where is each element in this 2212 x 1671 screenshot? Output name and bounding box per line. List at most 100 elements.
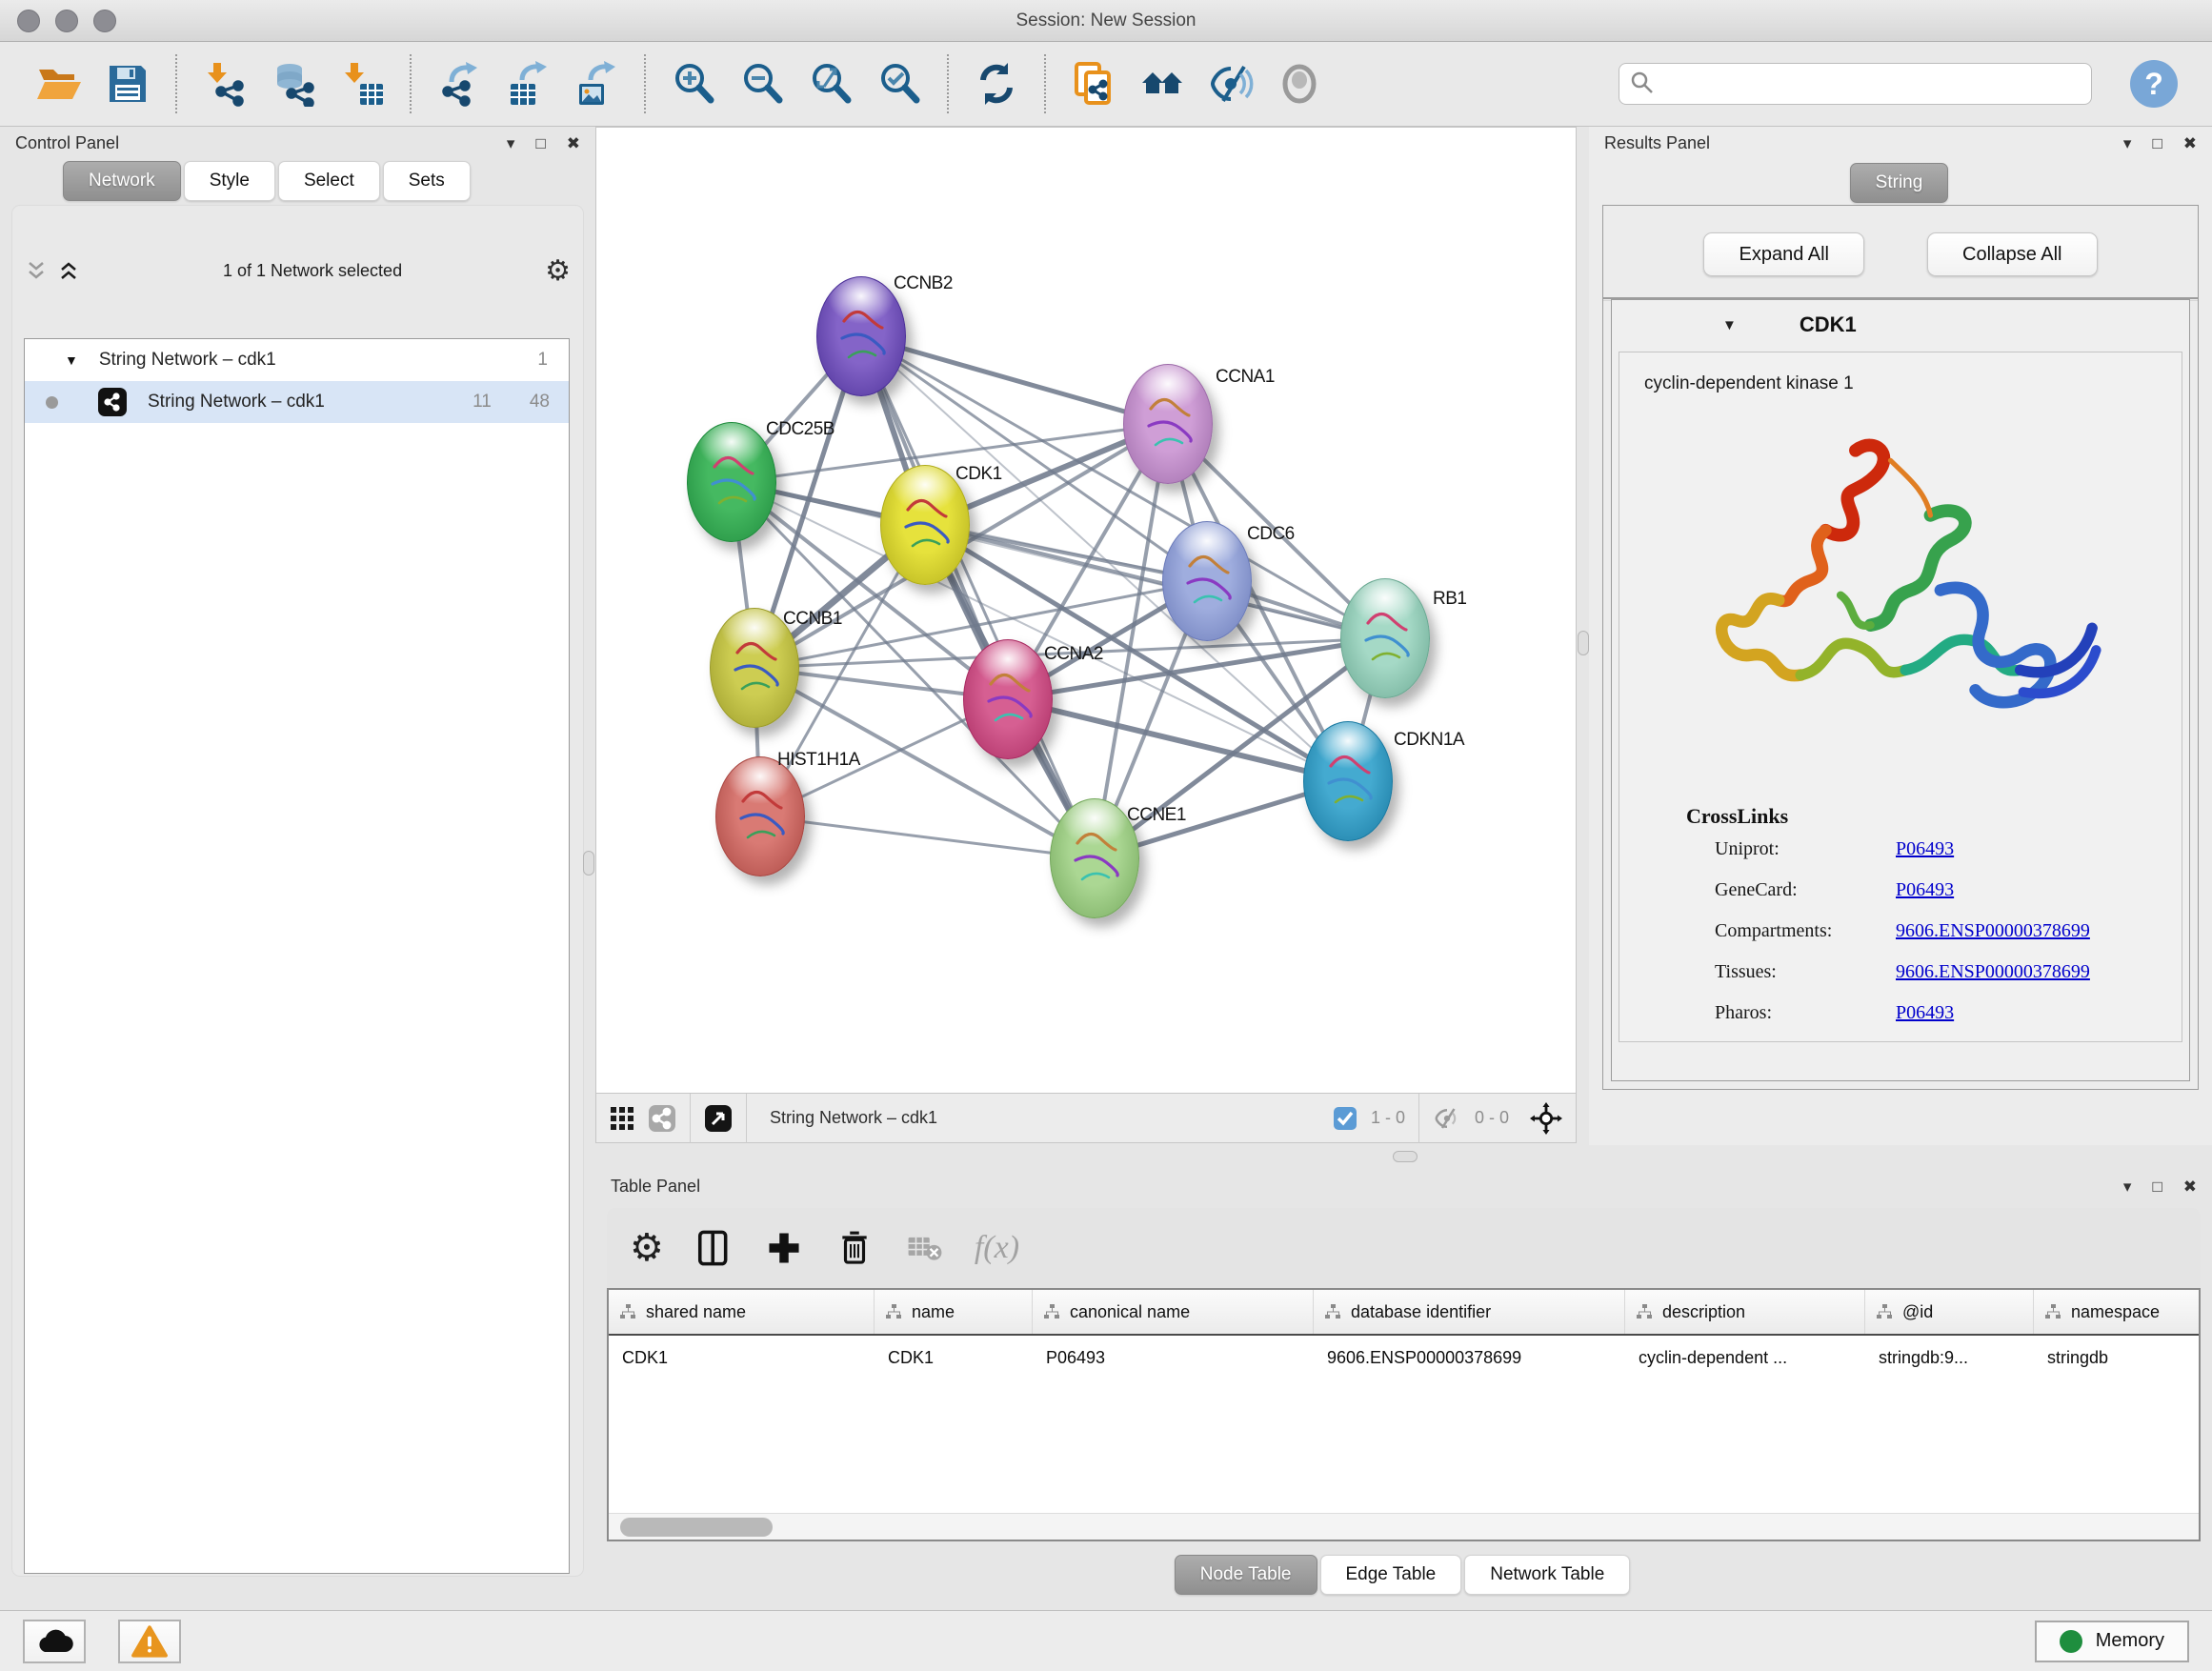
network-node-CCNB2[interactable] [816, 276, 906, 396]
protein-section-header[interactable]: ▼ CDK1 [1612, 300, 2189, 350]
close-panel-icon[interactable]: ✖ [567, 135, 580, 151]
table-settings-gear-icon[interactable]: ⚙ [630, 1229, 664, 1267]
tab-network[interactable]: Network [63, 161, 181, 201]
table-cell[interactable]: 9606.ENSP00000378699 [1314, 1348, 1625, 1368]
network-node-CDKN1A[interactable] [1303, 721, 1393, 841]
refresh-button[interactable] [972, 59, 1021, 109]
network-node-CCNE1[interactable] [1050, 798, 1139, 918]
hide-selected-button[interactable] [1206, 59, 1256, 109]
bottom-splitter-grip[interactable] [1393, 1151, 1418, 1162]
table-cell[interactable]: CDK1 [875, 1348, 1033, 1368]
column-header-name[interactable]: name [875, 1290, 1033, 1334]
delete-table-icon[interactable] [904, 1227, 946, 1269]
section-caret-icon[interactable]: ▼ [1722, 317, 1737, 333]
export-table-button[interactable] [503, 59, 553, 109]
export-image-button[interactable] [572, 59, 621, 109]
network-node-RB1[interactable] [1340, 578, 1430, 698]
table-cell[interactable]: cyclin-dependent ... [1625, 1348, 1865, 1368]
export-network-button[interactable] [434, 59, 484, 109]
column-header-description[interactable]: description [1625, 1290, 1865, 1334]
delete-column-trash-icon[interactable] [834, 1227, 875, 1269]
tab-sets[interactable]: Sets [383, 161, 471, 201]
scrollbar-thumb[interactable] [620, 1518, 773, 1537]
birds-eye-view-icon[interactable] [704, 1104, 733, 1133]
show-all-button[interactable] [1275, 59, 1324, 109]
table-cell[interactable]: stringdb:9... [1865, 1348, 2034, 1368]
search-input[interactable] [1619, 63, 2092, 105]
collapse-panel-icon[interactable]: ▾ [2123, 135, 2132, 151]
add-column-icon[interactable] [763, 1227, 805, 1269]
warnings-button[interactable] [118, 1620, 181, 1663]
float-panel-icon[interactable]: □ [2152, 1178, 2162, 1195]
edge-CCNB2-CCNA1[interactable] [861, 336, 1168, 424]
help-button[interactable]: ? [2130, 60, 2178, 108]
crosslink-link-compartments[interactable]: 9606.ENSP00000378699 [1896, 920, 2090, 942]
network-node-HIST1H1A[interactable] [715, 756, 805, 876]
clone-network-button[interactable] [1069, 59, 1118, 109]
grid-view-icon[interactable] [610, 1106, 634, 1131]
network-node-CCNA1[interactable] [1123, 364, 1213, 484]
table-cell[interactable]: CDK1 [609, 1348, 875, 1368]
column-header-canonical-name[interactable]: canonical name [1033, 1290, 1314, 1334]
zoom-fit-button[interactable] [806, 59, 855, 109]
memory-button[interactable]: Memory [2035, 1621, 2189, 1662]
import-table-button[interactable] [337, 59, 387, 109]
show-columns-icon[interactable] [693, 1227, 734, 1269]
control-panel-header: Control Panel ▾ □ ✖ [0, 127, 595, 159]
gear-icon[interactable]: ⚙ [545, 254, 571, 288]
import-database-button[interactable] [269, 59, 318, 109]
collapse-panel-icon[interactable]: ▾ [2123, 1178, 2132, 1195]
save-session-button[interactable] [103, 59, 152, 109]
tab-style[interactable]: Style [184, 161, 275, 201]
close-panel-icon[interactable]: ✖ [2183, 1178, 2197, 1195]
edge-HIST1H1A-CCNE1[interactable] [760, 816, 1095, 858]
selected-checkbox-icon[interactable] [1333, 1106, 1357, 1131]
table-cell[interactable]: stringdb [2034, 1348, 2201, 1368]
crosslink-link-genecard[interactable]: P06493 [1896, 879, 1954, 901]
column-header-id[interactable]: @id [1865, 1290, 2034, 1334]
network-node-CDC6[interactable] [1162, 521, 1252, 641]
tab-edge-table[interactable]: Edge Table [1320, 1555, 1462, 1595]
tab-network-table[interactable]: Network Table [1464, 1555, 1630, 1595]
crosslink-link-pharos[interactable]: P06493 [1896, 1002, 1954, 1024]
table-toolbar: ⚙ f(x) [607, 1208, 2201, 1288]
zoom-out-button[interactable] [737, 59, 787, 109]
import-network-button[interactable] [200, 59, 250, 109]
edge-CCNB2-CCNE1[interactable] [861, 336, 1095, 858]
tab-string[interactable]: String [1850, 163, 1949, 203]
fit-selected-crosshair-icon[interactable] [1530, 1102, 1562, 1135]
zoom-selected-button[interactable] [875, 59, 924, 109]
open-session-button[interactable] [34, 59, 84, 109]
left-splitter-grip[interactable] [583, 851, 594, 876]
crosslink-link-uniprot[interactable]: P06493 [1896, 838, 1954, 860]
hidden-eye-icon[interactable] [1433, 1104, 1461, 1133]
network-node-CCNA2[interactable] [963, 639, 1053, 759]
close-panel-icon[interactable]: ✖ [2183, 135, 2197, 151]
network-collection-row[interactable]: ▼ String Network – cdk1 1 [25, 339, 569, 381]
table-row[interactable]: CDK1CDK1P064939606.ENSP00000378699cyclin… [609, 1336, 2201, 1379]
cloud-status-button[interactable] [23, 1620, 86, 1663]
collapse-panel-icon[interactable]: ▾ [507, 135, 515, 151]
collapse-all-button[interactable]: Collapse All [1927, 232, 2098, 276]
tree-caret-icon[interactable]: ▼ [65, 352, 78, 368]
column-header-shared-name[interactable]: shared name [609, 1290, 875, 1334]
right-splitter-grip[interactable] [1578, 631, 1589, 655]
network-view-icon[interactable] [648, 1104, 676, 1133]
tab-select[interactable]: Select [278, 161, 380, 201]
crosslink-link-tissues[interactable]: 9606.ENSP00000378699 [1896, 961, 2090, 983]
network-row[interactable]: String Network – cdk1 11 48 [25, 381, 569, 423]
column-header-database-identifier[interactable]: database identifier [1314, 1290, 1625, 1334]
function-builder-icon[interactable]: f(x) [975, 1230, 1019, 1266]
zoom-in-button[interactable] [669, 59, 718, 109]
tab-node-table[interactable]: Node Table [1175, 1555, 1317, 1595]
column-header-namespace[interactable]: namespace [2034, 1290, 2201, 1334]
network-canvas[interactable]: CCNB2CCNA1CDC25BCDK1CDC6RB1CCNB1CCNA2CDK… [596, 128, 1576, 1093]
home-view-button[interactable] [1137, 59, 1187, 109]
table-cell[interactable]: P06493 [1033, 1348, 1314, 1368]
expand-all-icon[interactable] [57, 259, 80, 282]
network-node-CDC25B[interactable] [687, 422, 776, 542]
collapse-all-icon[interactable] [25, 259, 48, 282]
expand-all-button[interactable]: Expand All [1703, 232, 1864, 276]
float-panel-icon[interactable]: □ [535, 135, 545, 151]
float-panel-icon[interactable]: □ [2152, 135, 2162, 151]
